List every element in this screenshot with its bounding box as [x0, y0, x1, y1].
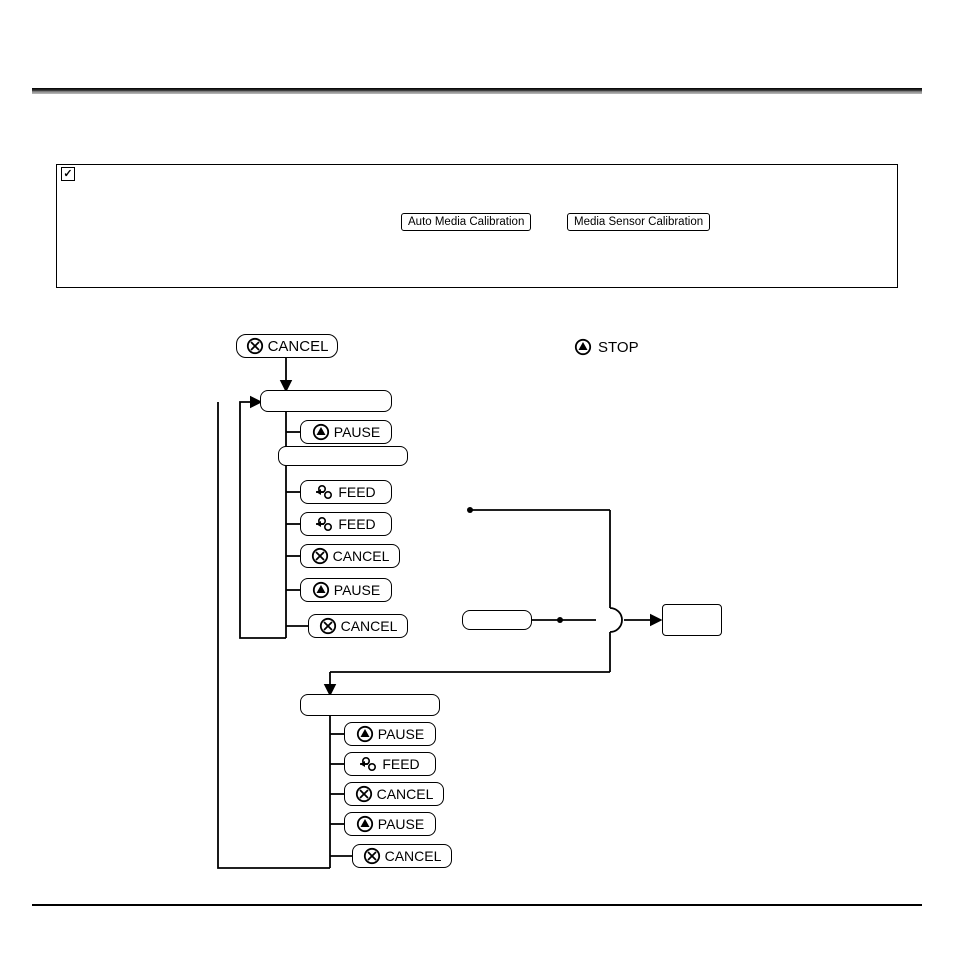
box-feed-1: FEED — [300, 480, 392, 504]
box-cancel-top: CANCEL — [236, 334, 338, 358]
box-feed-2: FEED — [300, 512, 392, 536]
box-pause-2: PAUSE — [300, 578, 392, 602]
pause-icon — [312, 581, 330, 599]
feed-icon — [316, 483, 334, 501]
cancel-icon — [246, 337, 264, 355]
pause-icon — [356, 725, 374, 743]
cancel-icon — [355, 785, 373, 803]
label-feed: FEED — [382, 756, 419, 772]
box-cancel-2: CANCEL — [308, 614, 408, 638]
label-pause: PAUSE — [334, 424, 380, 440]
pause-icon — [356, 815, 374, 833]
button-auto-media-calibration[interactable]: Auto Media Calibration — [401, 213, 531, 231]
box-pause-1: PAUSE — [300, 420, 392, 444]
label-pause: PAUSE — [378, 816, 424, 832]
box-cancel-3: CANCEL — [344, 782, 444, 806]
feed-icon — [360, 755, 378, 773]
box-feed-3: FEED — [344, 752, 436, 776]
label-cancel: CANCEL — [341, 618, 398, 634]
box-blank-3 — [462, 610, 532, 630]
box-blank-1 — [260, 390, 392, 412]
bottom-rule — [32, 904, 922, 906]
cancel-icon — [311, 547, 329, 565]
box-cancel-1: CANCEL — [300, 544, 400, 568]
box-blank-4 — [300, 694, 440, 716]
box-cancel-4: CANCEL — [352, 844, 452, 868]
label-cancel: CANCEL — [385, 848, 442, 864]
label-pause: PAUSE — [378, 726, 424, 742]
checkmark-icon: ✓ — [61, 167, 75, 181]
label-feed: FEED — [338, 516, 375, 532]
label-pause: PAUSE — [334, 582, 380, 598]
cancel-icon — [319, 617, 337, 635]
cancel-icon — [363, 847, 381, 865]
pause-icon — [312, 423, 330, 441]
box-pause-3: PAUSE — [344, 722, 436, 746]
flow-connectors — [0, 0, 954, 954]
box-blank-right — [662, 604, 722, 636]
label-feed: FEED — [338, 484, 375, 500]
label-cancel: CANCEL — [333, 548, 390, 564]
label-stop-free: STOP — [574, 338, 639, 356]
button-media-sensor-calibration[interactable]: Media Sensor Calibration — [567, 213, 710, 231]
box-pause-4: PAUSE — [344, 812, 436, 836]
box-blank-2 — [278, 446, 408, 466]
label-cancel: CANCEL — [268, 338, 329, 355]
top-rule — [32, 88, 922, 94]
label-cancel: CANCEL — [377, 786, 434, 802]
stop-icon — [574, 338, 592, 356]
label-stop: STOP — [598, 339, 639, 356]
feed-icon — [316, 515, 334, 533]
note-box: ✓ Auto Media Calibration Media Sensor Ca… — [56, 164, 898, 288]
